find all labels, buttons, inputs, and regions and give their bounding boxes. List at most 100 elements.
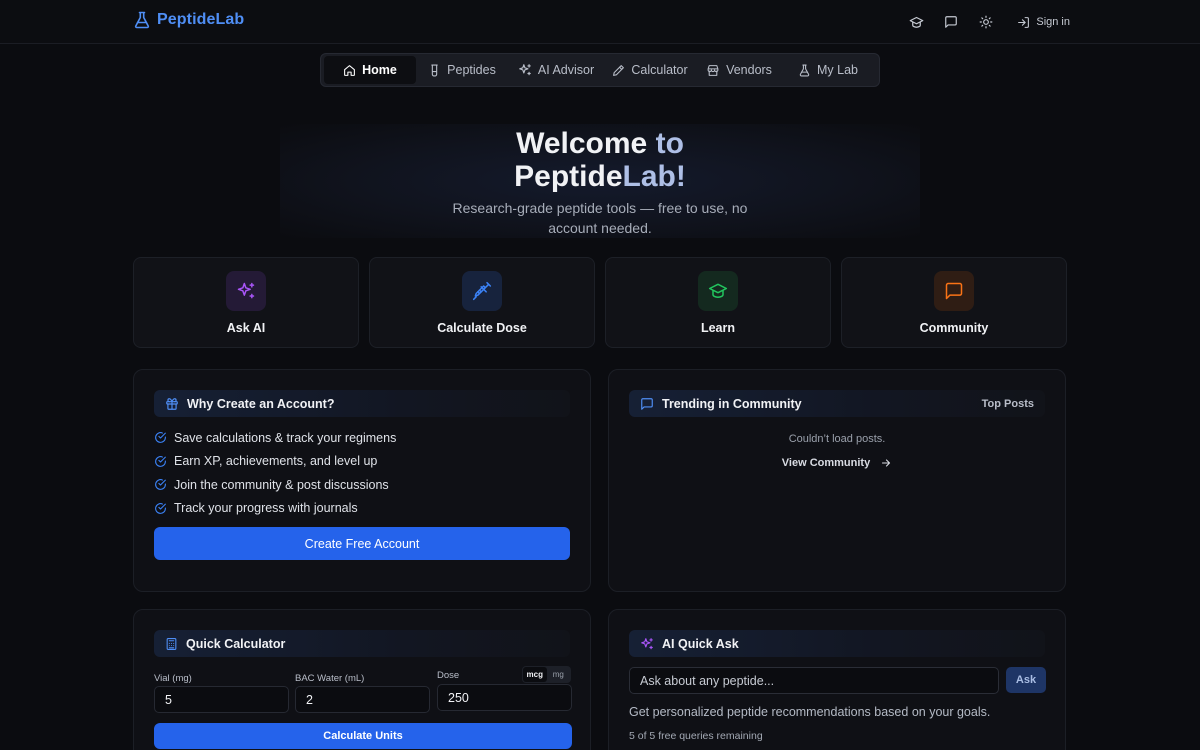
dose-input[interactable]: 250 xyxy=(437,684,572,711)
quick-action-calculate-dose[interactable]: Calculate Dose xyxy=(369,257,595,348)
view-community-row: View Community xyxy=(609,453,1065,471)
calculate-dose-icon-tile xyxy=(462,271,502,311)
ask-button[interactable]: Ask xyxy=(1006,667,1046,693)
nav-my-lab[interactable]: My Lab xyxy=(782,56,874,84)
community-panel: Trending in Community Top Posts Couldn’t… xyxy=(608,369,1066,592)
benefit-item: Earn XP, achievements, and level up xyxy=(154,450,396,474)
nav-peptides-label: Peptides xyxy=(447,63,496,77)
community-icon[interactable] xyxy=(934,10,968,34)
brand-logo[interactable]: PeptideLab xyxy=(134,11,244,29)
hero-title-peptide: Peptide xyxy=(514,160,623,193)
unit-mg[interactable]: mg xyxy=(547,667,571,682)
benefit-text: Track your progress with journals xyxy=(174,501,358,516)
vial-icon xyxy=(428,64,441,77)
quick-action-community[interactable]: Community xyxy=(841,257,1067,348)
check-circle-icon xyxy=(154,455,167,468)
view-community-link[interactable]: View Community xyxy=(782,457,892,469)
ai-quick-ask-panel: AI Quick Ask Ask Get personalized peptid… xyxy=(608,609,1066,750)
community-icon-tile xyxy=(934,271,974,311)
nav-my-lab-label: My Lab xyxy=(817,63,858,77)
account-panel: Why Create an Account? Save calculations… xyxy=(133,369,591,592)
benefit-item: Save calculations & track your regimens xyxy=(154,426,396,450)
sparkles-icon xyxy=(518,63,532,77)
sign-in-label: Sign in xyxy=(1036,16,1070,28)
query-quota: 5 of 5 free queries remaining xyxy=(629,730,763,742)
benefit-text: Save calculations & track your regimens xyxy=(174,430,397,445)
ai-description: Get personalized peptide recommendations… xyxy=(629,705,991,719)
hero-title-welcome: Welcome xyxy=(516,127,648,160)
hero-title: Welcome to PeptideLab! xyxy=(280,127,920,193)
message-icon xyxy=(944,281,964,301)
hero-subtitle: Research-grade peptide tools — free to u… xyxy=(452,200,748,236)
home-icon xyxy=(343,64,356,77)
nav-home-label: Home xyxy=(362,63,397,77)
hero-title-to: to xyxy=(647,127,684,160)
nav-ai-advisor-label: AI Advisor xyxy=(537,63,595,77)
account-panel-header: Why Create an Account? xyxy=(154,390,570,417)
check-circle-icon xyxy=(154,478,167,491)
quick-action-label: Community xyxy=(919,321,989,335)
nav-vendors-label: Vendors xyxy=(726,63,772,77)
store-icon xyxy=(706,64,720,77)
hero-title-lab: Lab! xyxy=(622,160,686,193)
benefit-list: Save calculations & track your regimens … xyxy=(154,426,396,520)
dose-label: Dose xyxy=(437,670,460,681)
calculator-icon xyxy=(165,637,178,651)
flask-icon xyxy=(134,11,150,29)
header-actions: Sign in xyxy=(898,10,1070,34)
check-circle-icon xyxy=(154,502,167,515)
ai-panel-title: AI Quick Ask xyxy=(662,636,739,651)
sparkles-icon xyxy=(236,281,256,301)
create-account-button[interactable]: Create Free Account xyxy=(154,527,570,560)
sparkles-icon xyxy=(640,637,654,651)
ask-input[interactable] xyxy=(629,667,999,694)
nav-ai-advisor[interactable]: AI Advisor xyxy=(508,56,604,84)
water-label: BAC Water (mL) xyxy=(295,673,365,684)
check-circle-icon xyxy=(154,431,167,444)
top-posts-label[interactable]: Top Posts xyxy=(982,398,1034,410)
learn-icon[interactable] xyxy=(899,10,933,34)
benefit-text: Join the community & post discussions xyxy=(174,477,389,492)
nav-home[interactable]: Home xyxy=(324,56,416,84)
nav-calculator[interactable]: Calculator xyxy=(604,56,696,84)
community-panel-header: Trending in Community Top Posts xyxy=(629,390,1045,417)
calculate-units-button[interactable]: Calculate Units xyxy=(154,723,572,749)
flask-icon xyxy=(798,64,811,77)
view-community-label: View Community xyxy=(781,457,871,469)
brand-name: PeptideLab xyxy=(157,11,245,28)
ai-panel-header: AI Quick Ask xyxy=(629,630,1045,657)
quick-action-label: Ask AI xyxy=(226,321,266,335)
community-panel-title: Trending in Community xyxy=(662,396,802,411)
ask-ai-icon-tile xyxy=(226,271,266,311)
hero: Welcome to PeptideLab! Research-grade pe… xyxy=(280,124,920,238)
calculator-panel: Quick Calculator Vial (mg) 5 BAC Water (… xyxy=(133,609,591,750)
benefit-item: Join the community & post discussions xyxy=(154,473,396,497)
posts-error-text: Couldn’t load posts. xyxy=(788,433,886,445)
calculator-panel-title: Quick Calculator xyxy=(186,636,286,651)
pen-icon xyxy=(612,64,625,77)
vial-input[interactable]: 5 xyxy=(154,686,289,713)
water-input[interactable]: 2 xyxy=(295,686,430,713)
message-icon xyxy=(640,397,654,411)
graduation-cap-icon xyxy=(708,282,728,300)
dose-unit-toggle: mcg mg xyxy=(522,666,571,683)
arrow-right-icon xyxy=(880,457,892,469)
main-nav: Home Peptides AI Advisor Calculator Vend… xyxy=(320,53,880,87)
quick-action-label: Calculate Dose xyxy=(437,321,527,335)
quick-action-label: Learn xyxy=(700,321,736,335)
nav-vendors[interactable]: Vendors xyxy=(696,56,782,84)
top-bar: PeptideLab Sign in xyxy=(0,0,1200,44)
quick-action-learn[interactable]: Learn xyxy=(605,257,831,348)
nav-peptides[interactable]: Peptides xyxy=(416,56,508,84)
syringe-icon xyxy=(472,281,492,301)
calculator-panel-header: Quick Calculator xyxy=(154,630,570,657)
benefit-item: Track your progress with journals xyxy=(154,497,396,521)
theme-icon[interactable] xyxy=(969,10,1003,34)
vial-label: Vial (mg) xyxy=(154,673,192,684)
login-icon xyxy=(1017,16,1030,29)
gift-icon xyxy=(165,397,179,411)
quick-action-ask-ai[interactable]: Ask AI xyxy=(133,257,359,348)
sign-in-button[interactable]: Sign in xyxy=(1017,16,1070,29)
unit-mcg[interactable]: mcg xyxy=(523,667,547,682)
account-panel-title: Why Create an Account? xyxy=(187,396,335,411)
